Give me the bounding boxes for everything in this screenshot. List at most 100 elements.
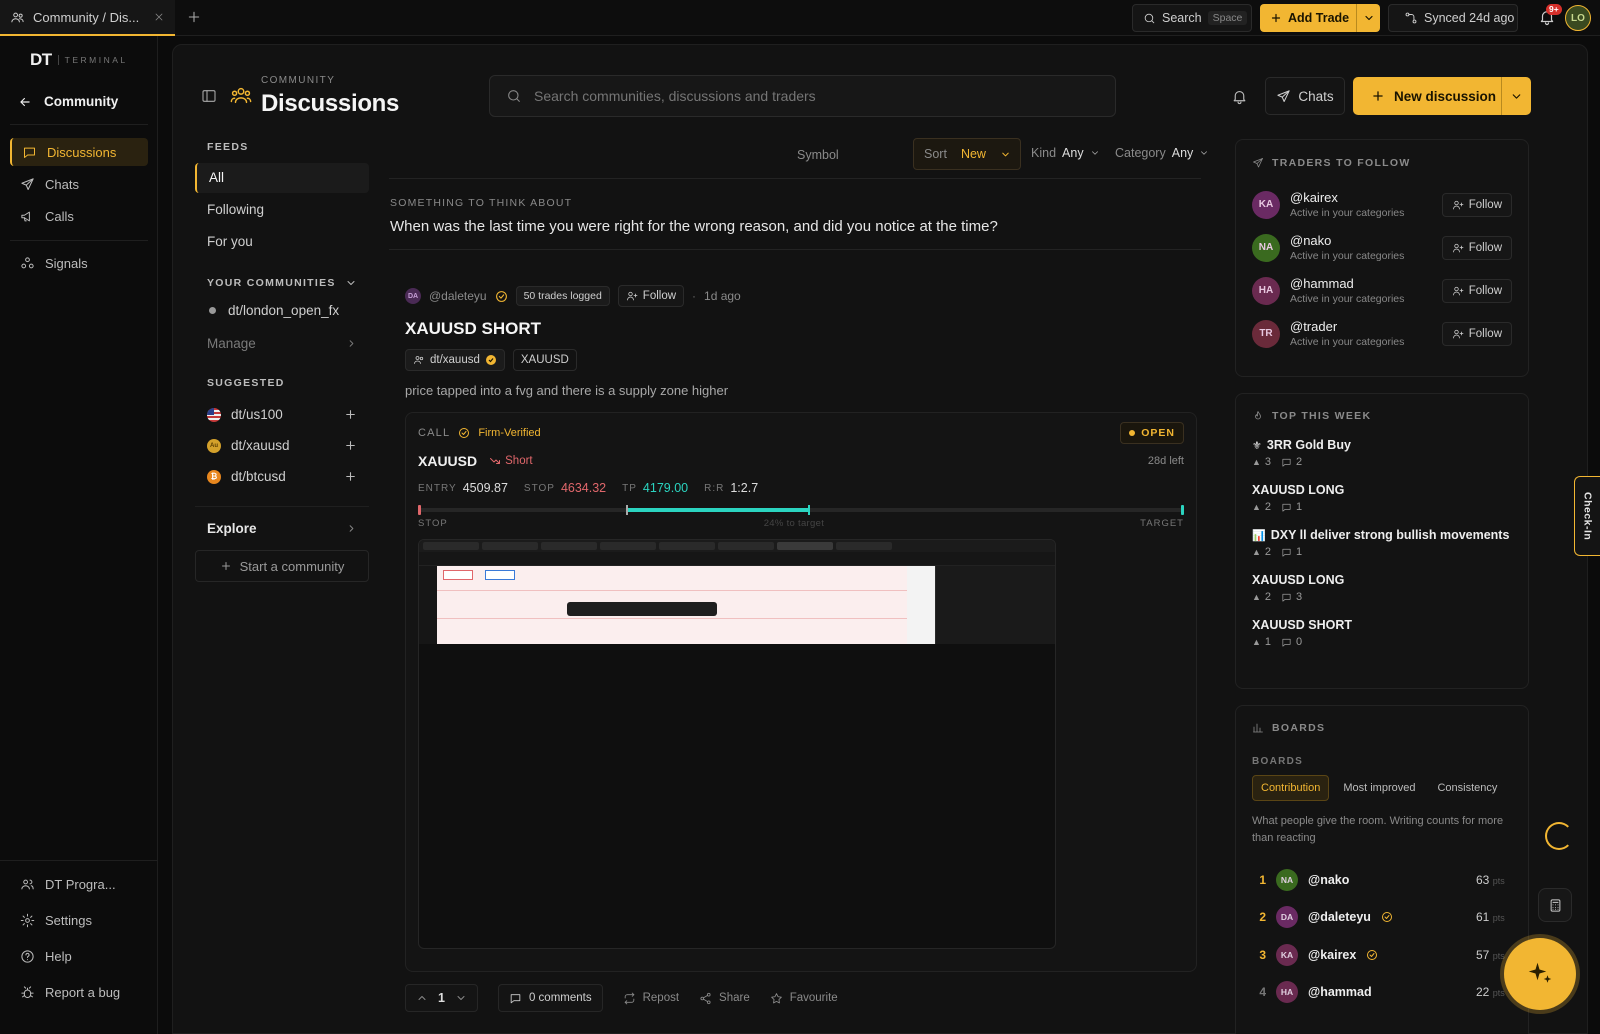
sidebar-item-report-bug[interactable]: Report a bug bbox=[10, 975, 148, 1009]
bell-icon[interactable] bbox=[1231, 88, 1248, 105]
follow-trader-button[interactable]: Follow bbox=[1441, 192, 1512, 217]
feed-for-you[interactable]: For you bbox=[195, 227, 369, 257]
leaderboard-rank: 4 bbox=[1259, 985, 1266, 1000]
chevron-down-icon[interactable] bbox=[1356, 4, 1380, 32]
follow-author-button[interactable]: Follow bbox=[617, 285, 685, 307]
call-symbol: XAUUSD bbox=[418, 453, 478, 469]
chats-button[interactable]: Chats bbox=[1265, 77, 1345, 115]
plus-icon[interactable] bbox=[344, 470, 357, 483]
author-avatar[interactable]: DA bbox=[405, 288, 421, 304]
feed-following[interactable]: Following bbox=[195, 195, 369, 225]
tab-contribution[interactable]: Contribution bbox=[1252, 775, 1330, 801]
trader-handle[interactable]: @kairex bbox=[1290, 190, 1432, 205]
user-avatar[interactable]: LO bbox=[1565, 5, 1591, 31]
plus-icon[interactable] bbox=[344, 439, 357, 452]
author-handle[interactable]: @daleteyu bbox=[429, 289, 487, 303]
points-unit: pts bbox=[1492, 913, 1505, 924]
follow-trader-button[interactable]: Follow bbox=[1441, 321, 1512, 346]
chevron-down-icon[interactable] bbox=[455, 992, 467, 1004]
comments-button[interactable]: 0 comments bbox=[497, 984, 603, 1012]
suggested-community-item[interactable]: dt/us100 bbox=[195, 407, 369, 422]
sidebar-item-signals[interactable]: Signals bbox=[10, 249, 148, 277]
trader-avatar[interactable]: KA bbox=[1252, 190, 1280, 219]
browser-tab-community[interactable]: Community / Dis... bbox=[0, 0, 175, 36]
trader-handle[interactable]: @trader bbox=[1290, 319, 1432, 334]
new-discussion-button[interactable]: New discussion bbox=[1353, 77, 1531, 115]
chevron-up-icon[interactable] bbox=[416, 992, 428, 1004]
divider bbox=[389, 178, 1201, 179]
user-plus-icon bbox=[1452, 285, 1464, 297]
close-icon[interactable] bbox=[153, 11, 165, 23]
repost-button[interactable]: Repost bbox=[623, 992, 679, 1005]
sidebar-toggle-icon[interactable] bbox=[201, 88, 217, 104]
trader-subtitle: Active in your categories bbox=[1290, 207, 1405, 219]
top-week-item[interactable]: XAUUSD LONG ▲ 2 3 bbox=[1252, 573, 1512, 618]
feeds-heading: FEEDS bbox=[207, 141, 249, 153]
leaderboard-row[interactable]: 3 KA @kairex 57 pts bbox=[1252, 936, 1512, 974]
new-tab-plus-icon[interactable] bbox=[186, 9, 202, 25]
your-communities-header[interactable]: YOUR COMMUNITIES bbox=[195, 277, 369, 289]
sidebar-item-calls[interactable]: Calls bbox=[10, 202, 148, 230]
plus-icon[interactable] bbox=[344, 408, 357, 421]
trader-avatar[interactable]: HA bbox=[1252, 276, 1280, 305]
calculator-icon[interactable] bbox=[1538, 888, 1572, 922]
send-icon bbox=[1276, 89, 1291, 104]
sidebar-item-chats[interactable]: Chats bbox=[10, 170, 148, 198]
post-title[interactable]: XAUUSD SHORT bbox=[405, 319, 1205, 339]
follow-trader-button[interactable]: Follow bbox=[1441, 235, 1512, 260]
add-trade-button[interactable]: Add Trade bbox=[1260, 4, 1380, 32]
top-week-item[interactable]: ⚜ 3RR Gold Buy ▲ 3 2 bbox=[1252, 438, 1512, 483]
sidebar-item-help[interactable]: Help bbox=[10, 939, 148, 973]
manage-communities-link[interactable]: Manage bbox=[195, 336, 369, 351]
sort-filter[interactable]: Sort New bbox=[913, 138, 1021, 170]
points-value: 61 bbox=[1476, 910, 1490, 925]
symbol-tag[interactable]: XAUUSD bbox=[512, 349, 577, 371]
top-week-item[interactable]: XAUUSD SHORT ▲ 1 0 bbox=[1252, 618, 1512, 663]
search-shortcut: Space bbox=[1207, 11, 1248, 25]
favourite-button[interactable]: Favourite bbox=[770, 992, 838, 1005]
send-icon bbox=[1252, 157, 1264, 169]
trader-info: @nako Active in your categories bbox=[1290, 233, 1432, 262]
share-button[interactable]: Share bbox=[699, 992, 750, 1005]
suggested-community-item[interactable]: Au dt/xauusd bbox=[195, 438, 369, 453]
leaderboard-row[interactable]: 2 DA @daleteyu 61 pts bbox=[1252, 899, 1512, 937]
divider bbox=[195, 506, 369, 507]
community-item[interactable]: dt/london_open_fx bbox=[195, 303, 369, 318]
sidebar-item-discussions[interactable]: Discussions bbox=[10, 138, 148, 166]
trader-handle[interactable]: @nako bbox=[1290, 233, 1432, 248]
traders-heading-row: TRADERS TO FOLLOW bbox=[1236, 140, 1528, 169]
ai-assistant-sparkle-icon[interactable] bbox=[1504, 938, 1576, 1010]
sync-status-button[interactable]: Synced 24d ago bbox=[1388, 4, 1518, 32]
leaderboard-row[interactable]: 1 NA @nako 63 pts bbox=[1252, 861, 1512, 899]
check-in-tab[interactable]: Check-In bbox=[1574, 476, 1600, 556]
follow-trader-button[interactable]: Follow bbox=[1441, 278, 1512, 303]
progress-head bbox=[808, 505, 811, 515]
global-search-button[interactable]: Search Space bbox=[1132, 4, 1252, 32]
attached-chart-image[interactable] bbox=[418, 539, 1056, 949]
sidebar-item-dt-program[interactable]: DT Progra... bbox=[10, 867, 148, 901]
leaderboard-row[interactable]: 4 HA @hammad 22 pts bbox=[1252, 974, 1512, 1012]
chevron-down-icon[interactable] bbox=[1501, 77, 1531, 115]
top-week-item[interactable]: 📊 DXY ll deliver strong bullish movements… bbox=[1252, 528, 1512, 573]
trade-call-card[interactable]: CALL Firm-Verified OPEN XAUUSD Short 28d… bbox=[405, 412, 1197, 972]
feed-all[interactable]: All bbox=[195, 163, 369, 193]
call-symbol-row: XAUUSD Short bbox=[418, 453, 533, 469]
kind-filter[interactable]: Kind Any bbox=[1031, 146, 1100, 160]
trader-handle[interactable]: @hammad bbox=[1290, 276, 1432, 291]
explore-link[interactable]: Explore bbox=[195, 521, 369, 536]
suggested-community-item[interactable]: ₿ dt/btcusd bbox=[195, 469, 369, 484]
back-to-community[interactable]: Community bbox=[18, 94, 118, 109]
tab-most-improved[interactable]: Most improved bbox=[1335, 775, 1423, 801]
tab-consistency[interactable]: Consistency bbox=[1429, 775, 1505, 801]
symbol-filter[interactable]: Symbol bbox=[797, 148, 839, 162]
trader-avatar[interactable]: TR bbox=[1252, 319, 1280, 348]
top-week-item[interactable]: XAUUSD LONG ▲ 2 1 bbox=[1252, 483, 1512, 528]
start-community-button[interactable]: Start a community bbox=[195, 550, 369, 582]
community-search-input[interactable] bbox=[534, 88, 1099, 104]
trader-row: HA @hammad Active in your categories Follow bbox=[1252, 269, 1512, 312]
sidebar-item-settings[interactable]: Settings bbox=[10, 903, 148, 937]
trader-avatar[interactable]: NA bbox=[1252, 233, 1280, 262]
community-tag[interactable]: dt/xauusd bbox=[405, 349, 505, 371]
category-filter[interactable]: Category Any bbox=[1115, 146, 1209, 160]
community-search-box[interactable] bbox=[489, 75, 1116, 117]
